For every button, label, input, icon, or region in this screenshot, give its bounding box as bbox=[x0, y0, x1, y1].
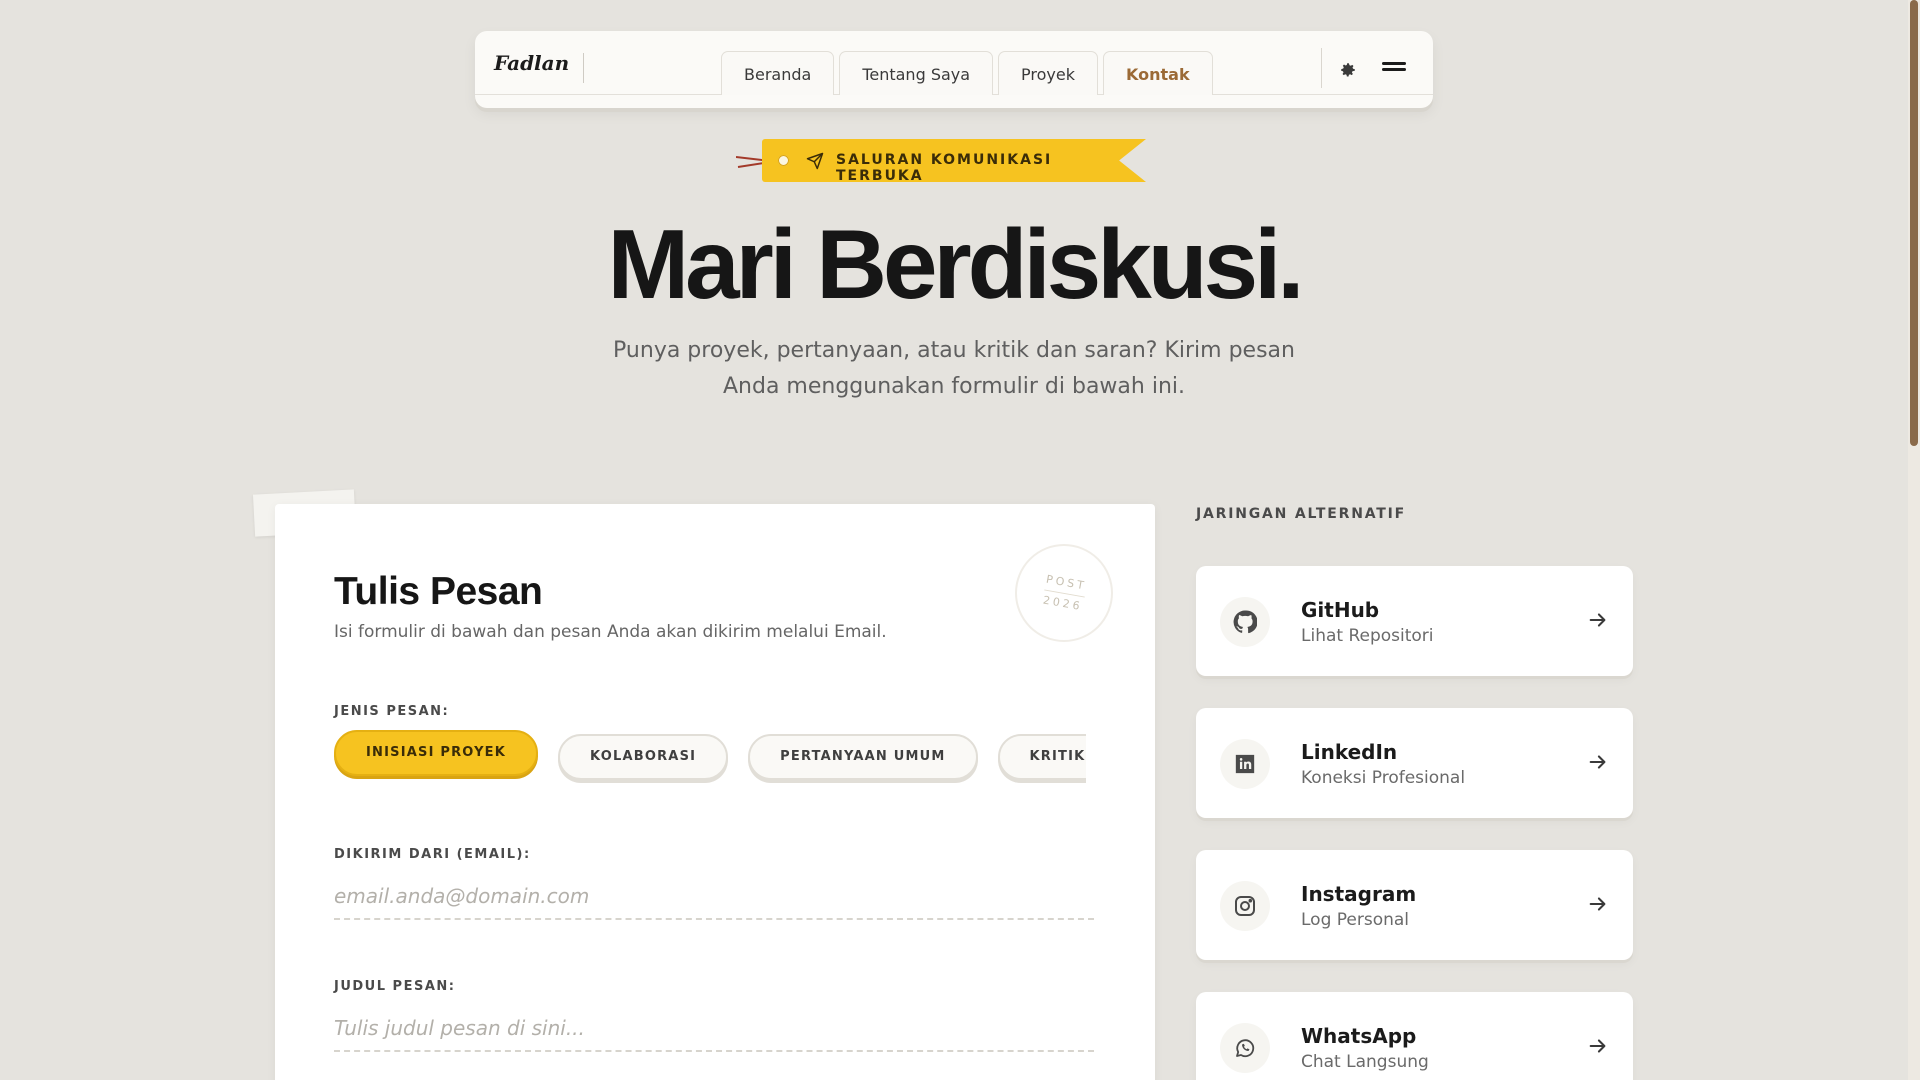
network-desc: Koneksi Profesional bbox=[1301, 768, 1466, 788]
badge-label: SALURAN KOMUNIKASI TERBUKA bbox=[836, 152, 1053, 184]
page-title: Mari Berdiskusi. bbox=[607, 209, 1304, 319]
nav-tabs: Beranda Tentang Saya Proyek Kontak bbox=[721, 51, 1213, 95]
network-desc: Log Personal bbox=[1301, 910, 1410, 930]
email-input[interactable] bbox=[334, 874, 1094, 920]
brand-logo[interactable]: Fadlan bbox=[494, 51, 569, 75]
tab-proyek[interactable]: Proyek bbox=[998, 51, 1099, 95]
chip-pertanyaan-umum[interactable]: PERTANYAAN UMUM bbox=[748, 734, 978, 780]
arrow-right-icon bbox=[1589, 613, 1606, 627]
network-name: LinkedIn bbox=[1301, 740, 1398, 764]
stamp-top-text: POST bbox=[1044, 572, 1088, 593]
tab-tentang-saya[interactable]: Tentang Saya bbox=[839, 51, 994, 95]
network-card-instagram[interactable]: Instagram Log Personal bbox=[1196, 850, 1633, 960]
arrow-right-icon bbox=[1589, 1039, 1606, 1053]
page-scrollbar[interactable] bbox=[1908, 0, 1920, 1080]
chip-kritik-saran[interactable]: KRITIK & SARAN bbox=[997, 734, 1086, 780]
github-icon bbox=[1220, 597, 1270, 647]
subject-input[interactable] bbox=[334, 1006, 1094, 1052]
chip-inisiasi-proyek[interactable]: INISIASI PROYEK bbox=[334, 730, 539, 776]
subject-label: JUDUL PESAN: bbox=[334, 979, 456, 994]
instagram-icon bbox=[1220, 881, 1270, 931]
network-desc: Chat Langsung bbox=[1301, 1052, 1429, 1072]
arrow-right-icon bbox=[1589, 897, 1606, 911]
network-name: Instagram bbox=[1301, 882, 1417, 906]
network-name: GitHub bbox=[1301, 598, 1380, 622]
form-subtitle: Isi formulir di bawah dan pesan Anda aka… bbox=[334, 622, 887, 642]
email-label: DIKIRIM DARI (EMAIL): bbox=[334, 847, 531, 862]
gear-icon[interactable] bbox=[1336, 58, 1360, 82]
message-type-label: JENIS PESAN: bbox=[334, 704, 450, 719]
form-title: Tulis Pesan bbox=[334, 570, 543, 613]
send-icon bbox=[806, 152, 824, 170]
arrow-right-icon bbox=[1589, 755, 1606, 769]
network-card-github[interactable]: GitHub Lihat Repositori bbox=[1196, 566, 1633, 676]
network-name: WhatsApp bbox=[1301, 1024, 1417, 1048]
page-subtitle: Punya proyek, pertanyaan, atau kritik da… bbox=[613, 338, 1295, 399]
brand-divider bbox=[583, 53, 584, 83]
hero-badge: SALURAN KOMUNIKASI TERBUKA bbox=[736, 139, 1146, 183]
badge-hole bbox=[778, 155, 789, 166]
scrollbar-thumb[interactable] bbox=[1910, 0, 1918, 446]
network-desc: Lihat Repositori bbox=[1301, 626, 1434, 646]
whatsapp-icon bbox=[1220, 1023, 1270, 1073]
message-type-chips: INISIASI PROYEK KOLABORASI PERTANYAAN UM… bbox=[334, 728, 1086, 784]
message-form-card: Tulis Pesan Isi formulir di bawah dan pe… bbox=[275, 504, 1155, 1080]
post-stamp: POST 2026 bbox=[1015, 544, 1113, 642]
chip-kolaborasi[interactable]: KOLABORASI bbox=[558, 734, 729, 780]
menu-icon[interactable] bbox=[1382, 62, 1406, 74]
network-card-linkedin[interactable]: LinkedIn Koneksi Profesional bbox=[1196, 708, 1633, 818]
tab-kontak[interactable]: Kontak bbox=[1103, 51, 1213, 95]
linkedin-icon bbox=[1220, 739, 1270, 789]
network-card-whatsapp[interactable]: WhatsApp Chat Langsung bbox=[1196, 992, 1633, 1080]
top-navbar: Fadlan Beranda Tentang Saya Proyek Konta… bbox=[475, 31, 1433, 108]
networks-title: JARINGAN ALTERNATIF bbox=[1196, 506, 1406, 522]
nav-actions-divider bbox=[1321, 48, 1322, 88]
badge-ribbon: SALURAN KOMUNIKASI TERBUKA bbox=[762, 139, 1146, 182]
tab-beranda[interactable]: Beranda bbox=[721, 51, 835, 95]
